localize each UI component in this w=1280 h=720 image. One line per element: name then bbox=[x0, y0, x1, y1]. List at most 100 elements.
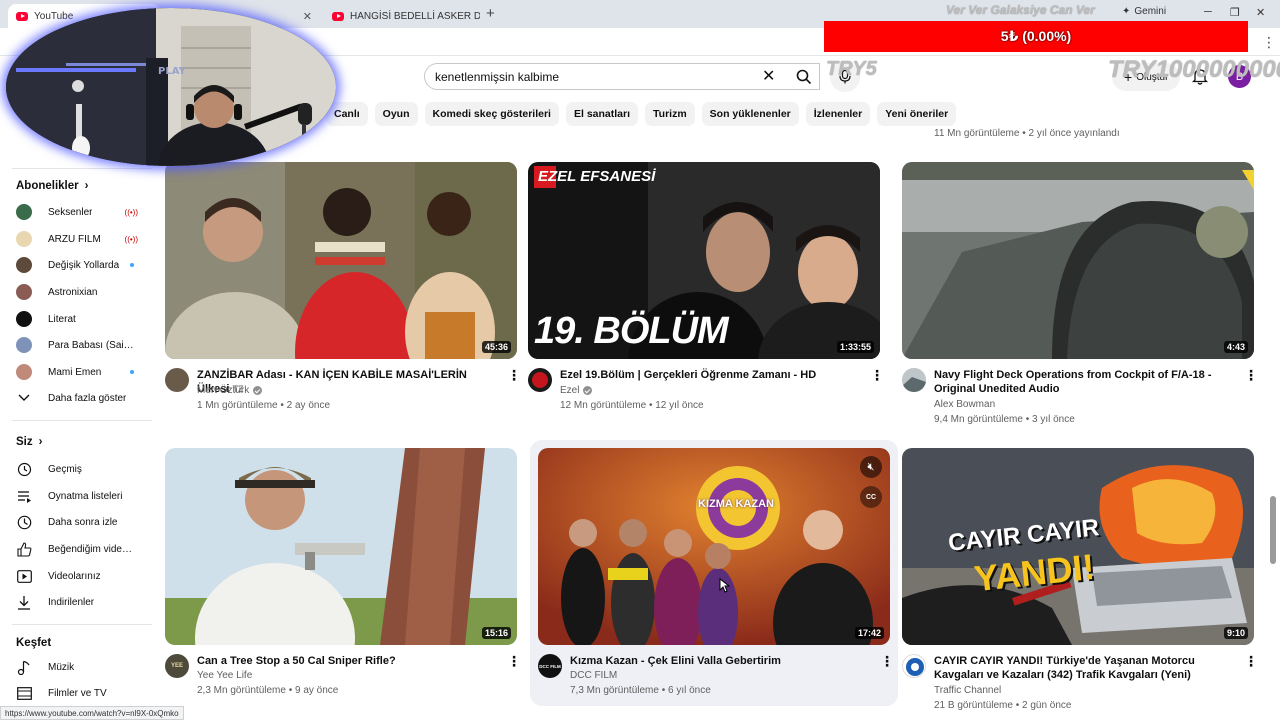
thumbnail-image bbox=[902, 162, 1254, 359]
more-options-icon[interactable]: ⋮ bbox=[507, 653, 521, 670]
channel-avatar[interactable] bbox=[902, 654, 926, 678]
video-thumbnail[interactable]: 45:36 bbox=[165, 162, 517, 359]
video-thumbnail[interactable]: 4:43 bbox=[902, 162, 1254, 359]
chevron-down-icon bbox=[16, 390, 32, 406]
search-button[interactable] bbox=[786, 63, 822, 90]
show-more-button[interactable]: Daha fazla göster bbox=[16, 388, 146, 408]
more-options-icon[interactable]: ⋮ bbox=[870, 367, 884, 384]
video-thumbnail[interactable]: 15:16 bbox=[165, 448, 517, 645]
channel-avatar[interactable] bbox=[165, 368, 189, 392]
chip-new-to-you[interactable]: Yeni öneriler bbox=[877, 102, 957, 126]
sidebar-item-history[interactable]: Geçmiş bbox=[16, 459, 146, 479]
sidebar-item-your-videos[interactable]: Videolarınız bbox=[16, 566, 146, 586]
video-title[interactable]: Kızma Kazan - Çek Elini Valla Gebertirim bbox=[570, 654, 862, 668]
mute-icon[interactable]: 🔇︎ bbox=[860, 456, 882, 478]
video-title[interactable]: Navy Flight Deck Operations from Cockpit… bbox=[934, 368, 1230, 396]
more-options-icon[interactable]: ⋮ bbox=[1244, 367, 1258, 384]
sidebar-item-degisik-yollarda[interactable]: Değişik Yollarda bbox=[16, 255, 146, 275]
browser-tab-3[interactable]: HANGİSİ BEDELLİ ASKER DEĞİL ✕ bbox=[324, 4, 480, 28]
more-options-icon[interactable]: ⋮ bbox=[1244, 653, 1258, 670]
chip-crafts[interactable]: El sanatları bbox=[565, 102, 639, 126]
channel-avatar[interactable] bbox=[528, 368, 552, 392]
browser-tab-title: YouTube bbox=[34, 10, 74, 22]
sidebar-item-seksenler[interactable]: Seksenler ((•)) bbox=[16, 202, 146, 222]
browser-menu-icon[interactable]: ⋮ bbox=[1262, 34, 1276, 51]
channel-name-text: Yee Yee Life bbox=[197, 670, 253, 681]
sidebar-item-movies-tv[interactable]: Filmler ve TV bbox=[16, 683, 146, 703]
channel-name[interactable]: Mert Öztürk bbox=[197, 385, 263, 396]
chip-recently-uploaded[interactable]: Son yüklenenler bbox=[701, 102, 799, 126]
chip-comedy-sketches[interactable]: Komedi skeç gösterileri bbox=[424, 102, 559, 126]
close-tab-icon[interactable]: ✕ bbox=[303, 10, 312, 23]
channel-avatar[interactable]: YEE bbox=[165, 654, 189, 678]
page-scrollbar[interactable] bbox=[1270, 496, 1276, 564]
sidebar-item-literat[interactable]: Literat bbox=[16, 309, 146, 329]
video-thumbnail[interactable]: CAYIR CAYIR YANDI! 9:10 bbox=[902, 448, 1254, 645]
chip-live[interactable]: Canlı bbox=[326, 102, 368, 126]
previous-row-meta: 11 Mn görüntüleme • 2 yıl önce yayınland… bbox=[934, 128, 1120, 139]
explore-heading-label: Keşfet bbox=[16, 637, 52, 649]
video-card[interactable]: EZEL EFSANESİ 19. BÖLÜM 1:33:55 Ezel 19.… bbox=[528, 162, 884, 422]
channel-avatar[interactable]: DCC FILM bbox=[538, 654, 562, 678]
video-preview-player[interactable]: KIZMA KAZAN 🔇︎ CC 17:42 bbox=[538, 448, 890, 645]
sidebar-item-mami-emen[interactable]: Mami Emen bbox=[16, 362, 146, 382]
video-title[interactable]: Ezel 19.Bölüm | Gerçekleri Öğrenme Zaman… bbox=[560, 368, 852, 382]
channel-name[interactable]: Yee Yee Life bbox=[197, 670, 252, 681]
video-title-text: Navy Flight Deck Operations from Cockpit… bbox=[934, 369, 1212, 395]
channel-name[interactable]: Alex Bowman bbox=[934, 399, 995, 410]
sidebar-item-downloads[interactable]: İndirilenler bbox=[16, 592, 146, 612]
restore-icon[interactable]: ❐ bbox=[1230, 6, 1240, 19]
stream-try-large: TRY1000000000 bbox=[1108, 56, 1280, 83]
sidebar-item-liked-videos[interactable]: Beğendiğim videolar bbox=[16, 539, 146, 559]
channel-avatar-text: DCC FILM bbox=[539, 663, 561, 669]
sidebar-item-label: Oynatma listeleri bbox=[48, 490, 123, 502]
channel-name[interactable]: Traffic Channel bbox=[934, 685, 1001, 696]
chip-gaming[interactable]: Oyun bbox=[374, 102, 418, 126]
gemini-button[interactable]: ✦ Gemini bbox=[1122, 6, 1166, 17]
sidebar-item-watch-later[interactable]: Daha sonra izle bbox=[16, 512, 146, 532]
channel-avatar bbox=[16, 311, 32, 327]
verified-icon bbox=[583, 386, 593, 395]
sidebar-item-para-babasi[interactable]: Para Babası (Said Y... bbox=[16, 335, 146, 355]
video-title[interactable]: CAYIR CAYIR YANDI! Türkiye'de Yaşanan Mo… bbox=[934, 654, 1232, 682]
sidebar-item-label: Mami Emen bbox=[48, 366, 102, 378]
you-heading[interactable]: Siz › bbox=[16, 436, 42, 448]
chip-tourism[interactable]: Turizm bbox=[645, 102, 695, 126]
clear-search-icon[interactable]: ✕ bbox=[762, 66, 775, 86]
chip-watched[interactable]: İzlenenler bbox=[805, 102, 871, 126]
video-title[interactable]: Can a Tree Stop a 50 Cal Sniper Rifle? bbox=[197, 654, 489, 668]
sidebar-item-music[interactable]: Müzik bbox=[16, 657, 146, 677]
captions-icon[interactable]: CC bbox=[860, 486, 882, 508]
more-options-icon[interactable]: ⋮ bbox=[880, 653, 894, 670]
more-options-icon[interactable]: ⋮ bbox=[507, 367, 521, 384]
close-window-icon[interactable]: ✕ bbox=[1256, 6, 1265, 19]
search-icon bbox=[796, 69, 812, 84]
new-tab-button[interactable]: + bbox=[486, 5, 495, 22]
video-title-text: Can a Tree Stop a 50 Cal Sniper Rifle? bbox=[197, 655, 396, 667]
channel-avatar[interactable] bbox=[902, 368, 926, 392]
video-card[interactable]: KIZMA KAZAN 🔇︎ CC 17:42 DCC FILM Kızma K… bbox=[538, 448, 894, 708]
video-card[interactable]: 45:36 ZANZİBAR Adası - KAN İÇEN KABİLE M… bbox=[165, 162, 521, 422]
sidebar-item-label: Filmler ve TV bbox=[48, 687, 107, 699]
search-input[interactable]: kenetlenmişsin kalbime bbox=[424, 63, 820, 90]
video-card[interactable]: CAYIR CAYIR YANDI! 9:10 CAYIR CAYIR YAND… bbox=[902, 448, 1258, 718]
subscriptions-heading-label: Abonelikler bbox=[16, 180, 79, 192]
channel-name-text: DCC FILM bbox=[570, 670, 618, 681]
donation-banner: 5₺ (0.00%) bbox=[824, 21, 1248, 52]
webcam-scene: PLAY bbox=[6, 8, 336, 166]
sidebar-item-label: Geçmiş bbox=[48, 463, 82, 475]
mouse-cursor-icon bbox=[718, 577, 731, 599]
channel-avatar bbox=[16, 284, 32, 300]
channel-avatar bbox=[16, 337, 32, 353]
video-thumbnail[interactable]: EZEL EFSANESİ 19. BÖLÜM 1:33:55 bbox=[528, 162, 880, 359]
video-card[interactable]: 15:16 YEE Can a Tree Stop a 50 Cal Snipe… bbox=[165, 448, 521, 708]
channel-name[interactable]: DCC FILM bbox=[570, 670, 617, 681]
sidebar-item-playlists[interactable]: Oynatma listeleri bbox=[16, 486, 146, 506]
subscriptions-heading[interactable]: Abonelikler › bbox=[16, 180, 88, 192]
video-card[interactable]: 4:43 Navy Flight Deck Operations from Co… bbox=[902, 162, 1258, 432]
minimize-icon[interactable]: ─ bbox=[1204, 6, 1212, 18]
video-duration: 1:33:55 bbox=[836, 341, 874, 353]
sidebar-item-astronixian[interactable]: Astronixian bbox=[16, 282, 146, 302]
channel-name[interactable]: Ezel bbox=[560, 385, 593, 396]
sidebar-item-arzu-film[interactable]: ARZU FİLM ((•)) bbox=[16, 229, 146, 249]
